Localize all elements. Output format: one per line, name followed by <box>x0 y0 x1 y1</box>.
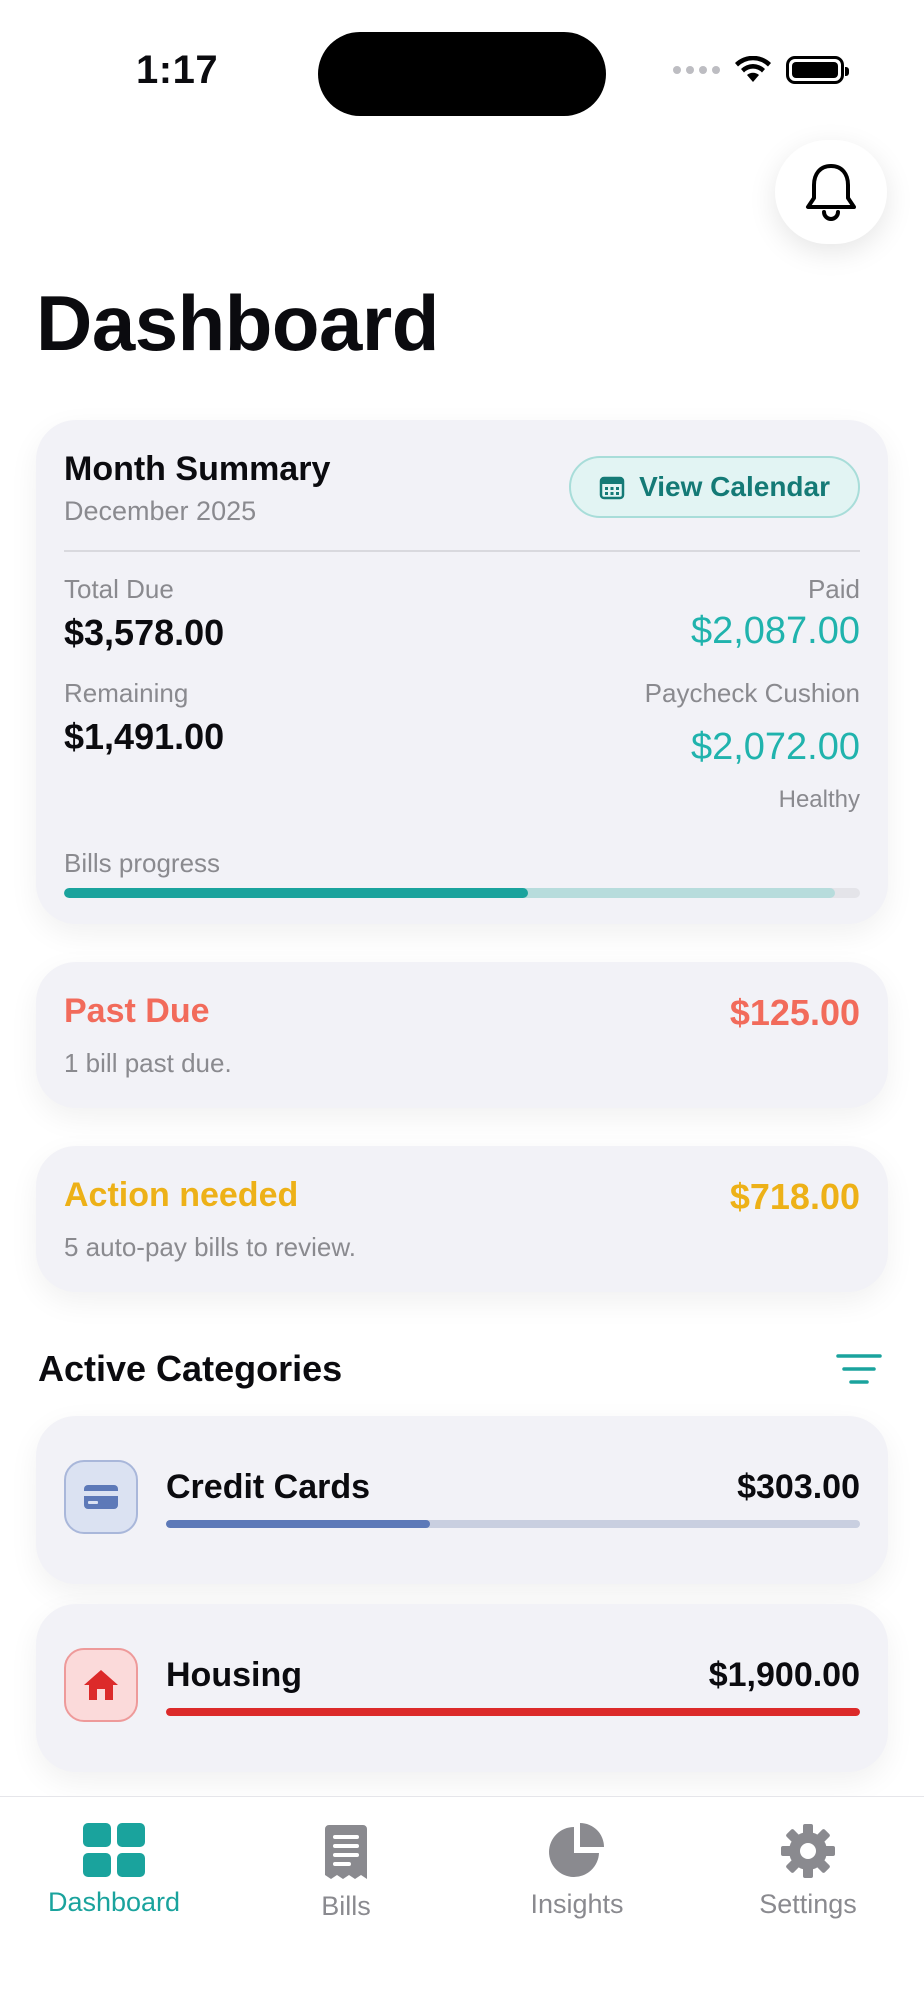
past-due-amount: $125.00 <box>729 992 860 1033</box>
tab-label: Insights <box>530 1889 624 1919</box>
bills-progress-label: Bills progress <box>64 848 221 878</box>
total-due-value: $3,578.00 <box>64 612 225 653</box>
battery-icon <box>786 56 849 84</box>
action-needed-title: Action needed <box>64 1176 299 1214</box>
bell-icon <box>806 164 856 221</box>
credit-card-icon <box>64 1460 138 1534</box>
tab-label: Bills <box>321 1891 371 1921</box>
tab-label: Settings <box>759 1889 857 1919</box>
page-title: Dashboard <box>36 279 439 367</box>
action-needed-subtitle: 5 auto-pay bills to review. <box>64 1232 356 1262</box>
tab-bar: Dashboard Bills Insights Settings <box>0 1796 924 2000</box>
remaining-value: $1,491.00 <box>64 716 225 757</box>
dynamic-island <box>318 32 606 116</box>
dashboard-screen: 1:17 Dashboard Month Summary December 20… <box>0 0 924 2000</box>
category-progress-fill <box>166 1708 860 1716</box>
view-calendar-button[interactable]: View Calendar <box>569 456 860 518</box>
tab-dashboard[interactable]: Dashboard <box>24 1823 204 1918</box>
summary-divider <box>64 550 860 552</box>
tab-insights[interactable]: Insights <box>487 1823 667 1920</box>
summary-title: Month Summary <box>64 450 331 488</box>
paycheck-cushion-label: Paycheck Cushion <box>644 678 860 708</box>
wifi-icon <box>735 56 771 82</box>
gear-icon <box>781 1824 835 1878</box>
bills-progress-paid-fill <box>64 888 529 898</box>
action-needed-amount: $718.00 <box>729 1176 860 1217</box>
past-due-title: Past Due <box>64 992 210 1030</box>
dashboard-grid-icon <box>83 1823 145 1877</box>
action-needed-card[interactable]: Action needed $718.00 5 auto-pay bills t… <box>36 1146 888 1292</box>
category-housing[interactable]: Housing $1,900.00 <box>36 1604 888 1772</box>
category-amount: $303.00 <box>737 1468 860 1506</box>
filter-icon[interactable] <box>836 1352 882 1386</box>
paycheck-cushion-value: $2,072.00 <box>690 726 860 768</box>
active-categories-title: Active Categories <box>38 1348 343 1389</box>
paid-value: $2,087.00 <box>690 610 860 652</box>
status-indicators <box>673 56 849 84</box>
cellular-signal-icon <box>673 66 720 74</box>
cushion-status: Healthy <box>778 786 860 813</box>
category-name: Credit Cards <box>166 1468 371 1506</box>
total-due-label: Total Due <box>64 574 174 604</box>
category-credit-cards[interactable]: Credit Cards $303.00 <box>36 1416 888 1584</box>
house-icon <box>64 1648 138 1722</box>
month-summary-card: Month Summary December 2025 View Calenda… <box>36 420 888 924</box>
category-progress-fill <box>166 1520 430 1528</box>
past-due-subtitle: 1 bill past due. <box>64 1048 232 1078</box>
view-calendar-label: View Calendar <box>639 471 830 502</box>
status-time: 1:17 <box>136 48 219 92</box>
past-due-card[interactable]: Past Due $125.00 1 bill past due. <box>36 962 888 1108</box>
receipt-icon <box>325 1825 367 1879</box>
calendar-icon <box>599 476 625 500</box>
tab-bills[interactable]: Bills <box>256 1823 436 1922</box>
notifications-button[interactable] <box>775 140 887 244</box>
remaining-label: Remaining <box>64 678 189 708</box>
category-progress-bar <box>166 1520 860 1528</box>
tab-label: Dashboard <box>47 1887 181 1917</box>
category-amount: $1,900.00 <box>708 1656 860 1694</box>
category-progress-bar <box>166 1708 860 1716</box>
bills-progress-bar <box>64 888 860 898</box>
paid-label: Paid <box>807 574 860 604</box>
summary-month: December 2025 <box>64 496 257 526</box>
tab-settings[interactable]: Settings <box>718 1823 898 1920</box>
pie-chart-icon <box>549 1823 604 1877</box>
category-name: Housing <box>166 1656 302 1694</box>
